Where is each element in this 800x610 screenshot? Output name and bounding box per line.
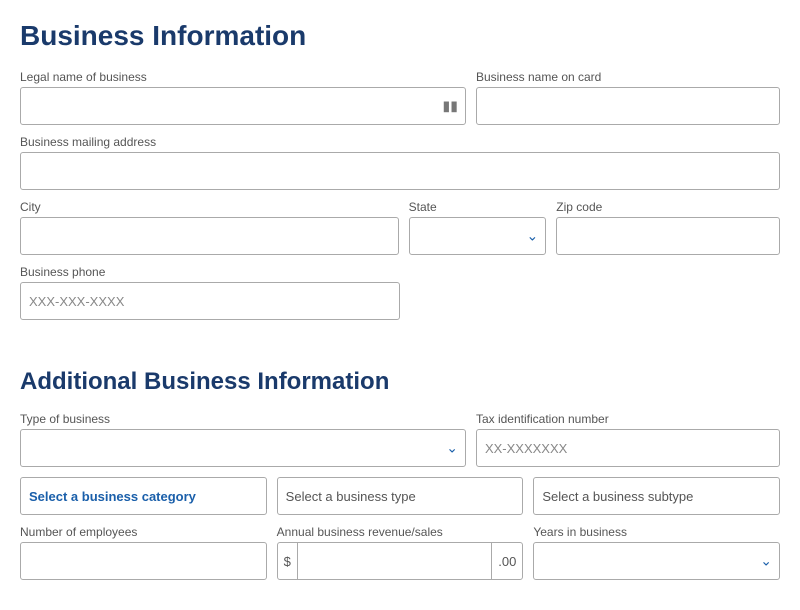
num-employees-input[interactable] <box>20 542 267 580</box>
state-field: State ⌄ <box>409 200 547 255</box>
tax-id-label: Tax identification number <box>476 412 780 426</box>
legal-name-label: Legal name of business <box>20 70 466 84</box>
type-of-business-select-wrapper: ⌄ <box>20 429 466 467</box>
mailing-address-label: Business mailing address <box>20 135 780 149</box>
years-in-business-select[interactable] <box>533 542 780 580</box>
years-in-business-field: Years in business ⌄ <box>533 525 780 580</box>
type-of-business-label: Type of business <box>20 412 466 426</box>
business-type-field: Select a business type <box>277 477 524 515</box>
business-category-field: Select a business category <box>20 477 267 515</box>
legal-name-field: Legal name of business ▮▮ <box>20 70 466 125</box>
phone-field: Business phone <box>20 265 400 320</box>
city-input[interactable] <box>20 217 399 255</box>
business-subtype-static: Select a business subtype <box>533 477 780 515</box>
decimal-suffix: .00 <box>491 543 522 579</box>
business-subtype-field: Select a business subtype <box>533 477 780 515</box>
row-address: Business mailing address <box>20 135 780 190</box>
mailing-address-input[interactable] <box>20 152 780 190</box>
years-select-wrapper: ⌄ <box>533 542 780 580</box>
select-business-category-link[interactable]: Select a business category <box>20 477 267 515</box>
type-of-business-field: Type of business ⌄ <box>20 412 466 467</box>
tax-id-field: Tax identification number <box>476 412 780 467</box>
annual-revenue-input[interactable] <box>298 543 491 579</box>
phone-label: Business phone <box>20 265 400 279</box>
state-label: State <box>409 200 547 214</box>
annual-revenue-field: Annual business revenue/sales $ .00 <box>277 525 524 580</box>
zip-field: Zip code <box>556 200 780 255</box>
city-field: City <box>20 200 399 255</box>
legal-name-input[interactable] <box>20 87 466 125</box>
state-select-wrapper: ⌄ <box>409 217 547 255</box>
business-type-static: Select a business type <box>277 477 524 515</box>
row-employees-revenue-years: Number of employees Annual business reve… <box>20 525 780 580</box>
business-information-section: Business Information Legal name of busin… <box>20 20 780 320</box>
num-employees-label: Number of employees <box>20 525 267 539</box>
mailing-address-field: Business mailing address <box>20 135 780 190</box>
row-type-taxid: Type of business ⌄ Tax identification nu… <box>20 412 780 467</box>
annual-revenue-wrapper: $ .00 <box>277 542 524 580</box>
row-phone: Business phone <box>20 265 780 320</box>
zip-input[interactable] <box>556 217 780 255</box>
years-in-business-label: Years in business <box>533 525 780 539</box>
row-category-type-subtype: Select a business category Select a busi… <box>20 477 780 515</box>
zip-label: Zip code <box>556 200 780 214</box>
state-select[interactable] <box>409 217 547 255</box>
business-type-label: Select a business type <box>286 489 416 504</box>
num-employees-field: Number of employees <box>20 525 267 580</box>
tax-id-input[interactable] <box>476 429 780 467</box>
section1-title: Business Information <box>20 20 780 52</box>
dollar-sign: $ <box>278 543 298 579</box>
row-city-state-zip: City State ⌄ Zip code <box>20 200 780 255</box>
additional-business-information-section: Additional Business Information Type of … <box>20 368 780 580</box>
business-name-card-label: Business name on card <box>476 70 780 84</box>
business-name-card-input[interactable] <box>476 87 780 125</box>
annual-revenue-label: Annual business revenue/sales <box>277 525 524 539</box>
phone-input[interactable] <box>20 282 400 320</box>
business-name-card-field: Business name on card <box>476 70 780 125</box>
city-label: City <box>20 200 399 214</box>
row-names: Legal name of business ▮▮ Business name … <box>20 70 780 125</box>
section2-title: Additional Business Information <box>20 368 780 396</box>
business-subtype-label: Select a business subtype <box>542 489 693 504</box>
type-of-business-select[interactable] <box>20 429 466 467</box>
